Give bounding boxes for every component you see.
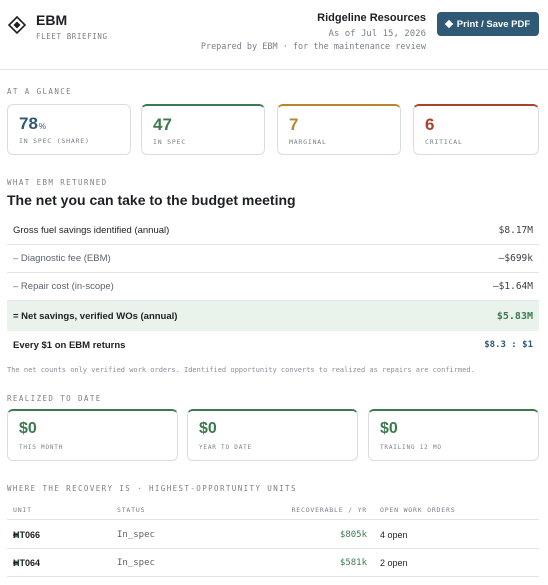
work-orders-cell: 4 open [380, 529, 408, 540]
kpi-value: 6 [425, 115, 435, 134]
print-button-label: Print / Save PDF [456, 18, 531, 30]
column-header-status: STATUS [117, 505, 146, 514]
savings-ledger: Gross fuel savings identified (annual) $… [7, 217, 539, 359]
prepared-by: Prepared by EBM · for the maintenance re… [200, 42, 426, 52]
section-label-realized-to-date: REALIZED TO DATE [7, 394, 102, 403]
ledger-row-gross-savings: Gross fuel savings identified (annual) $… [7, 217, 539, 245]
ledger-row-diagnostic-fee: – Diagnostic fee (EBM) –$699k [7, 245, 539, 273]
ledger-value: $8.3 : $1 [484, 340, 533, 350]
recovery-table-header: UNIT STATUS RECOVERABLE / YR OPEN WORK O… [7, 500, 539, 520]
kpi-value: 78% [19, 114, 47, 133]
table-row[interactable]: HT064 In_spec $581k 2 open [7, 549, 539, 577]
realized-card-trailing-12-mo: $0 TRAILING 12 MO [368, 409, 539, 461]
kpi-card-marginal: 7 MARGINAL [277, 104, 401, 155]
ledger-label: Gross fuel savings identified (annual) [13, 225, 170, 236]
kpi-label: IN SPEC [153, 138, 186, 146]
kpi-label: IN SPEC (SHARE) [19, 137, 90, 145]
as-of-date: As of Jul 15, 2026 [328, 29, 426, 39]
column-header-work-orders: OPEN WORK ORDERS [380, 505, 456, 514]
realized-label: THIS MONTH [19, 444, 64, 451]
report-header: EBM FLEET BRIEFING Ridgeline Resources A… [0, 0, 548, 70]
kpi-card-in-spec: 47 IN SPEC [141, 104, 265, 155]
recoverable-cell: $805k [339, 529, 367, 540]
table-row[interactable]: HT066 In_spec $805k 4 open [7, 521, 539, 549]
column-header-unit: UNIT [13, 505, 32, 514]
ledger-value: $5.83M [496, 310, 533, 322]
status-cell: In_spec [117, 557, 155, 568]
diamond-logo-icon [8, 16, 26, 34]
ledger-row-net-savings: = Net savings, verified WOs (annual) $5.… [7, 301, 539, 331]
kpi-value: 47 [153, 115, 172, 134]
ledger-footnote: The net counts only verified work orders… [7, 366, 475, 374]
net-heading: The net you can take to the budget meeti… [7, 192, 296, 208]
kpi-card-critical: 6 CRITICAL [413, 104, 539, 155]
realized-label: YEAR TO DATE [199, 444, 252, 451]
ledger-value: –$699k [498, 253, 533, 264]
section-label-what-ebm-returned: WHAT EBM RETURNED [7, 178, 108, 187]
realized-value: $0 [380, 420, 398, 437]
ledger-value: $8.17M [498, 225, 533, 236]
ledger-label: – Repair cost (in-scope) [13, 281, 114, 292]
ledger-row-return-ratio: Every $1 on EBM returns $8.3 : $1 [7, 331, 539, 359]
column-header-recoverable: RECOVERABLE / YR [291, 505, 367, 514]
realized-value: $0 [199, 420, 217, 437]
brand-name: EBM [36, 12, 68, 28]
ledger-label: = Net savings, verified WOs (annual) [13, 310, 178, 322]
kpi-value: 7 [289, 115, 299, 134]
ledger-row-repair-cost: – Repair cost (in-scope) –$1.64M [7, 273, 539, 301]
realized-value: $0 [19, 420, 37, 437]
status-cell: In_spec [117, 529, 155, 540]
print-save-pdf-button[interactable]: Print / Save PDF [437, 12, 539, 36]
realized-card-this-month: $0 THIS MONTH [7, 409, 178, 461]
realized-card-year-to-date: $0 YEAR TO DATE [187, 409, 358, 461]
organization-name: Ridgeline Resources [317, 12, 426, 24]
work-orders-cell: 2 open [380, 557, 408, 568]
diamond-icon [444, 19, 454, 29]
section-label-recovery: WHERE THE RECOVERY IS · HIGHEST-OPPORTUN… [7, 484, 297, 493]
ledger-label: – Diagnostic fee (EBM) [13, 253, 111, 264]
kpi-label: CRITICAL [425, 138, 463, 146]
kpi-label: MARGINAL [289, 138, 327, 146]
section-label-at-a-glance: AT A GLANCE [7, 87, 73, 96]
realized-label: TRAILING 12 MO [380, 444, 442, 451]
ledger-label: Every $1 on EBM returns [13, 339, 126, 351]
recoverable-cell: $581k [339, 557, 367, 568]
kpi-card-in-spec-share: 78% IN SPEC (SHARE) [7, 104, 131, 155]
ledger-value: –$1.64M [492, 281, 533, 292]
brand-subtitle: FLEET BRIEFING [36, 32, 108, 41]
